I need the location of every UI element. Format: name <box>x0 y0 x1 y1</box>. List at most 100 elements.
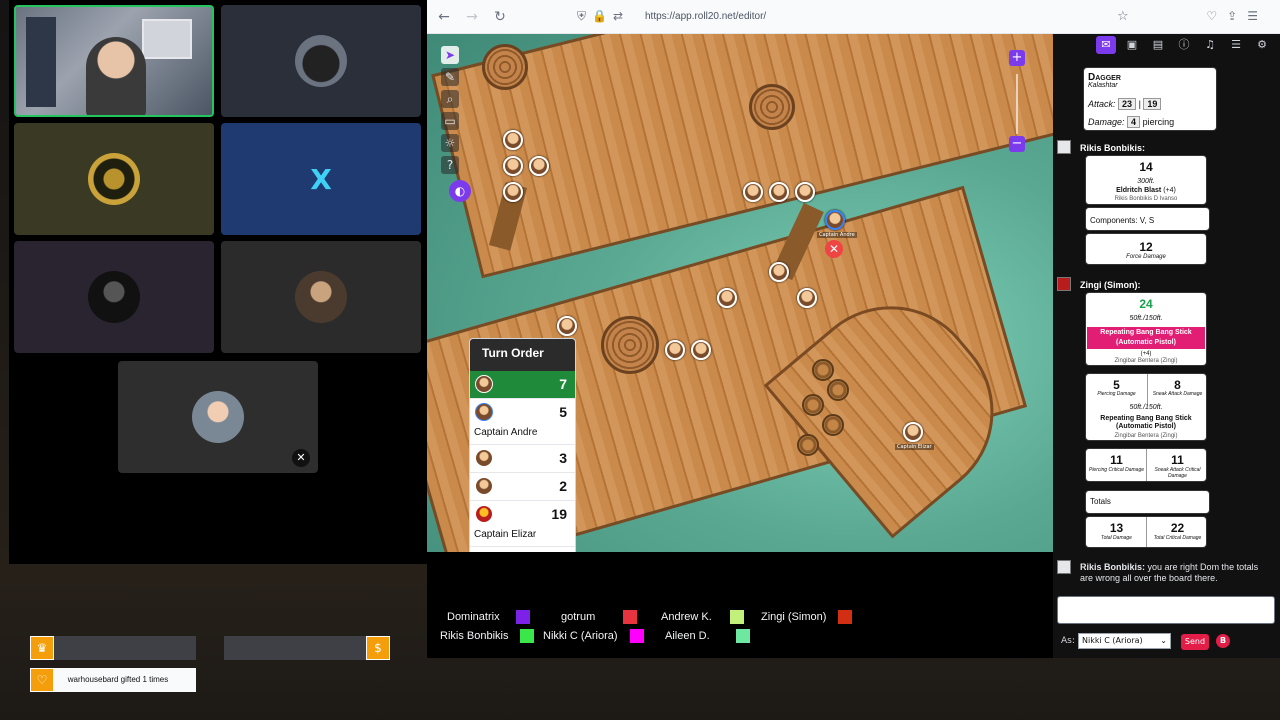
crit-damage-label-2: Sneak Attack Critical Damage <box>1154 467 1201 479</box>
damage-total[interactable]: 12 <box>1086 240 1206 254</box>
dead-marker-icon[interactable]: ✕ <box>825 240 843 258</box>
draw-tool-icon[interactable]: ✎ <box>441 68 459 86</box>
reload-icon[interactable]: ↻ <box>489 6 511 28</box>
token-captain-andre[interactable] <box>825 210 845 230</box>
turn-order-row[interactable]: 19 Captain Elizar <box>470 501 575 547</box>
token[interactable] <box>503 130 523 150</box>
dagger-attack-card: Dagger Kalashtar Attack: 23 | 19 Damage:… <box>1083 67 1217 131</box>
player-entry[interactable]: Zingi (Simon) <box>761 610 853 624</box>
force-damage-card: 12 Force Damage <box>1085 233 1207 265</box>
compendium-tab-icon[interactable]: ⓘ <box>1174 36 1194 54</box>
bookmark-star-icon[interactable]: ☆ <box>1117 9 1129 24</box>
piercing-damage-value[interactable]: 5 <box>1086 378 1147 392</box>
chat-input[interactable] <box>1057 596 1275 624</box>
dark-mode-toggle-icon[interactable]: ◐ <box>449 180 471 202</box>
gift-alert-text: warhousebard gifted 1 times <box>67 675 169 684</box>
turn-order-row[interactable]: 7 <box>470 371 575 399</box>
damage-roll[interactable]: 4 <box>1127 116 1141 128</box>
token[interactable] <box>797 288 817 308</box>
token[interactable] <box>691 340 711 360</box>
total-crit-damage-value[interactable]: 22 <box>1147 521 1208 535</box>
barrel <box>827 379 849 401</box>
help-tool-icon[interactable]: ? <box>441 156 459 174</box>
turn-name: Captain Andre <box>474 427 538 438</box>
security-icons[interactable]: ⛨🔒⇄ <box>577 9 629 24</box>
fog-tool-icon[interactable]: ☼ <box>441 134 459 152</box>
forward-icon[interactable]: → <box>461 6 483 28</box>
player-color-swatch <box>623 610 638 624</box>
zoom-slider[interactable] <box>1016 74 1018 134</box>
token[interactable] <box>743 182 763 202</box>
player-entry[interactable]: Dominatrix <box>447 610 530 624</box>
weapon-name-banner: Repeating Bang Bang Stick (Automatic Pis… <box>1087 327 1205 349</box>
token[interactable] <box>529 156 549 176</box>
turn-initiative: 5 <box>559 404 567 420</box>
browser-action-icons[interactable]: ♡⇪☰ <box>1206 9 1268 23</box>
sneak-damage-value[interactable]: 8 <box>1147 378 1208 392</box>
attack-roll-1[interactable]: 23 <box>1118 98 1137 110</box>
token-captain-elizar[interactable] <box>903 422 923 442</box>
back-icon[interactable]: ← <box>433 6 455 28</box>
damage-type: piercing <box>1142 117 1175 127</box>
video-tile-streamer[interactable] <box>14 5 214 117</box>
turn-order-row[interactable]: 3 <box>470 445 575 473</box>
damage-label: Force Damage <box>1126 254 1166 260</box>
player-list: Dominatrix gotrum Andrew K. Zingi (Simon… <box>427 552 1053 658</box>
player-entry[interactable]: gotrum <box>561 610 638 624</box>
journal-tab-icon[interactable]: ▤ <box>1148 36 1168 54</box>
turn-order-row[interactable]: 5 Captain Andre <box>470 399 575 445</box>
totals-card: 13 Total Damage 22 Total Critical Damage <box>1085 516 1207 548</box>
zoom-tool-icon[interactable]: ⌕ <box>441 90 459 108</box>
camera-person <box>86 37 146 115</box>
attack-roll-2[interactable]: 19 <box>1143 98 1162 110</box>
token-label-captain-elizar: Captain Elizar <box>895 444 934 450</box>
alert-bar-fill <box>224 636 366 660</box>
token[interactable] <box>665 340 685 360</box>
zoom-in-icon[interactable]: + <box>1009 50 1025 66</box>
jukebox-tab-icon[interactable]: ♫ <box>1200 36 1220 54</box>
video-tile-fifth-x[interactable]: X <box>221 123 421 235</box>
macros-tab-icon[interactable]: ☰ <box>1226 36 1246 54</box>
chat-tab-icon[interactable]: ✉ <box>1096 36 1116 54</box>
settings-tab-icon[interactable]: ⚙ <box>1252 36 1272 54</box>
token[interactable] <box>503 156 523 176</box>
token[interactable] <box>717 288 737 308</box>
weapon-range: 50ft./150ft. <box>1129 315 1163 322</box>
address-bar[interactable]: https://app.roll20.net/editor/ <box>645 11 766 22</box>
player-entry[interactable]: Rikis Bonbikis <box>440 629 535 643</box>
attack-total-crit[interactable]: 24 <box>1086 297 1206 311</box>
player-entry[interactable]: Andrew K. <box>661 610 744 624</box>
gift-alert: ♡ warhousebard gifted 1 times <box>30 668 196 692</box>
piercing-damage-label: Piercing Damage <box>1097 391 1136 397</box>
send-button[interactable]: Send <box>1181 634 1209 650</box>
crit-damage-value-2[interactable]: 11 <box>1147 453 1208 467</box>
attack-total[interactable]: 14 <box>1086 160 1206 174</box>
total-damage-value[interactable]: 13 <box>1086 521 1147 535</box>
select-tool-icon[interactable]: ➤ <box>441 46 459 64</box>
token[interactable] <box>557 316 577 336</box>
token[interactable] <box>503 182 523 202</box>
barrel <box>797 434 819 456</box>
player-entry[interactable]: Aileen D. <box>665 629 750 643</box>
player-name: Andrew K. <box>661 611 712 623</box>
token[interactable] <box>769 182 789 202</box>
crit-damage-value-1[interactable]: 11 <box>1086 453 1147 467</box>
art-tab-icon[interactable]: ▣ <box>1122 36 1142 54</box>
turn-order-row[interactable]: 2 <box>470 473 575 501</box>
turn-order-panel[interactable]: Turn Order 7 5 Captain Andre 3 2 19 Capt… <box>469 338 576 564</box>
zoom-out-icon[interactable]: − <box>1009 136 1025 152</box>
turn-initiative: 7 <box>559 376 567 392</box>
speak-as-select[interactable]: Nikki C (Ariora) ⌄ <box>1078 633 1171 649</box>
video-tile-crow[interactable] <box>221 5 421 117</box>
helm-avatar <box>88 271 140 323</box>
player-entry[interactable]: Nikki C (Ariora) <box>543 629 644 643</box>
beyond-extension-icon[interactable]: B <box>1216 634 1230 648</box>
ruler-tool-icon[interactable]: ▭ <box>441 112 459 130</box>
video-tile-woman[interactable]: ✕ <box>118 361 318 473</box>
token[interactable] <box>769 262 789 282</box>
token[interactable] <box>795 182 815 202</box>
video-tile-dark-helm[interactable] <box>14 241 214 353</box>
video-tile-emblem[interactable] <box>14 123 214 235</box>
video-tile-bearded[interactable] <box>221 241 421 353</box>
mic-muted-icon[interactable]: ✕ <box>292 449 310 467</box>
